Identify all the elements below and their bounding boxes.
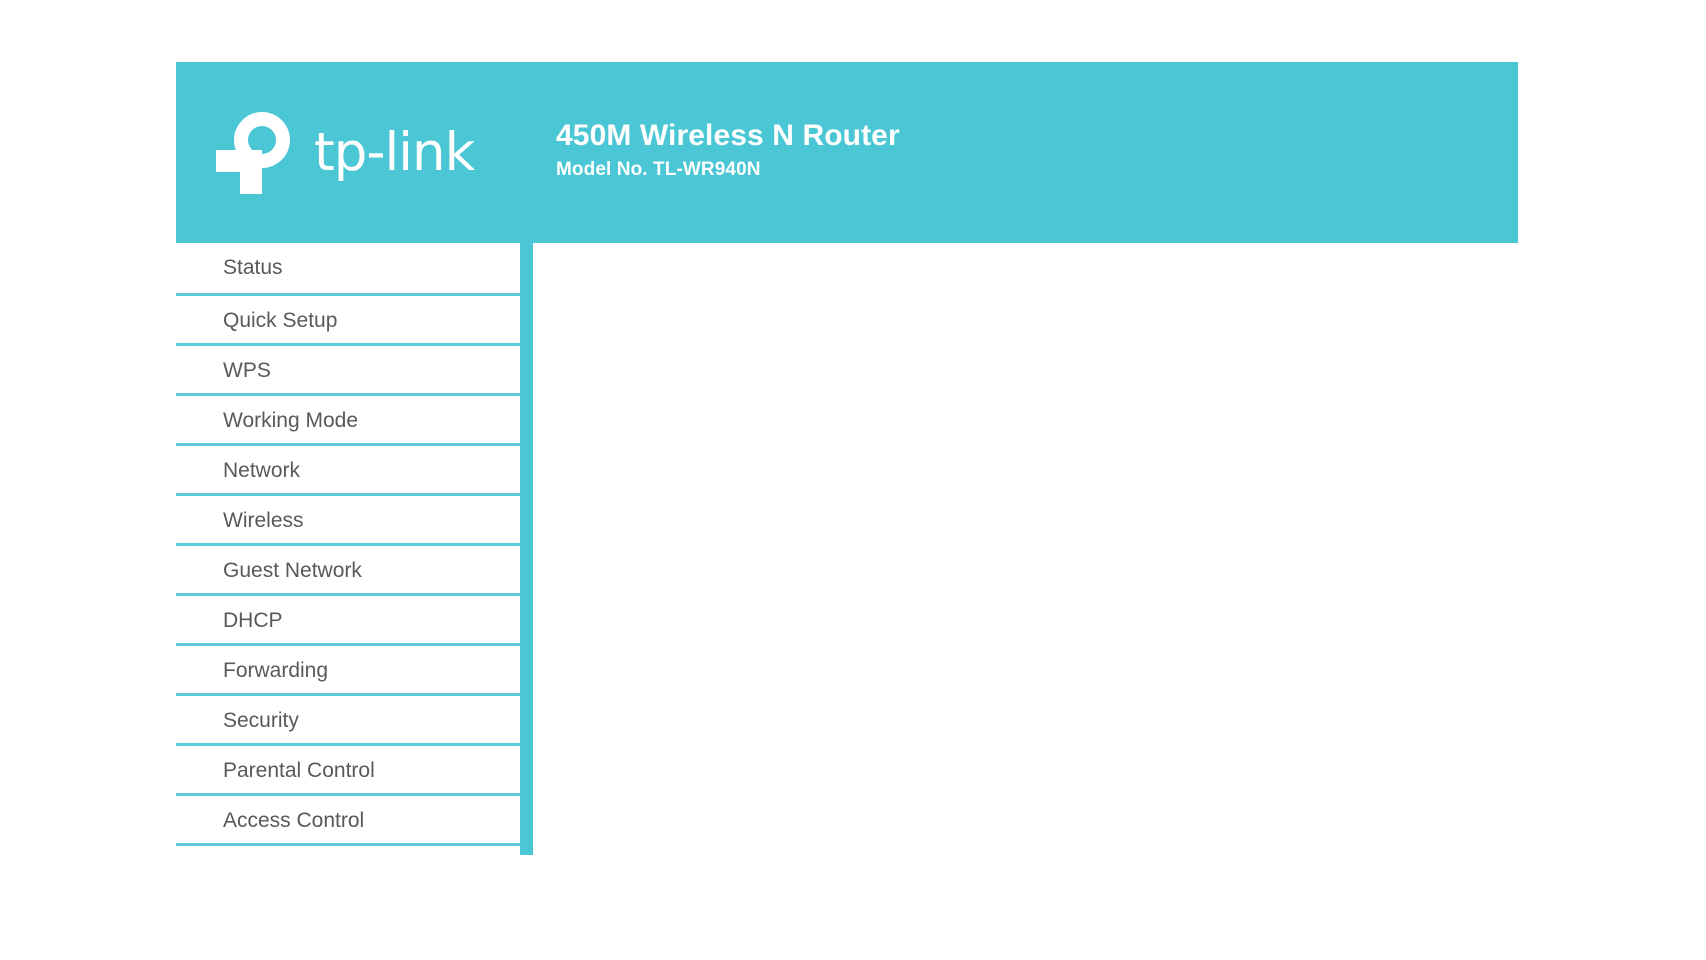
sidebar-item-label: Working Mode <box>223 409 359 432</box>
sidebar-item-label: Guest Network <box>223 559 362 582</box>
main-content-pane <box>533 243 1518 860</box>
sidebar-item-working-mode[interactable]: Working Mode <box>176 393 520 443</box>
brand-wordmark: tp-link <box>314 122 475 183</box>
router-admin-page: tp-link 450M Wireless N Router Model No.… <box>0 0 1706 960</box>
sidebar-item-security[interactable]: Security <box>176 693 520 743</box>
sidebar-item-label: DHCP <box>223 609 283 632</box>
sidebar-item-label: Forwarding <box>223 659 329 682</box>
sidebar-item-label: Security <box>223 709 299 732</box>
page-title: 450M Wireless N Router <box>556 119 900 153</box>
sidebar-item-label: Wireless <box>223 509 304 532</box>
sidebar-item-quick-setup[interactable]: Quick Setup <box>176 293 520 343</box>
page-header: tp-link 450M Wireless N Router Model No.… <box>176 62 1518 243</box>
sidebar-item-guest-network[interactable]: Guest Network <box>176 543 520 593</box>
sidebar-item-dhcp[interactable]: DHCP <box>176 593 520 643</box>
sidebar-item-forwarding[interactable]: Forwarding <box>176 643 520 693</box>
sidebar-item-network[interactable]: Network <box>176 443 520 493</box>
brand-logo-group[interactable]: tp-link <box>176 110 546 196</box>
sidebar-item-label: Status <box>223 256 283 279</box>
sidebar-navigation: Status Quick Setup WPS Working Mode Netw… <box>176 243 520 846</box>
sidebar-item-label: Access Control <box>223 809 365 832</box>
sidebar-accent-rail <box>520 243 533 855</box>
sidebar-item-wireless[interactable]: Wireless <box>176 493 520 543</box>
model-number: Model No. TL-WR940N <box>556 158 761 180</box>
tp-link-logo-icon <box>216 111 290 194</box>
sidebar-item-label: Parental Control <box>223 759 375 782</box>
sidebar-item-access-control[interactable]: Access Control <box>176 793 520 843</box>
sidebar-menu-list: Status Quick Setup WPS Working Mode Netw… <box>176 243 520 846</box>
header-title-group: 450M Wireless N Router Model No. TL-WR94… <box>546 118 1518 182</box>
sidebar-item-label: Network <box>223 459 301 482</box>
sidebar-item-label: Quick Setup <box>223 309 338 332</box>
sidebar-item-wps[interactable]: WPS <box>176 343 520 393</box>
sidebar-item-label: WPS <box>223 359 271 382</box>
sidebar-item-status[interactable]: Status <box>176 243 520 293</box>
sidebar-item-parental-control[interactable]: Parental Control <box>176 743 520 793</box>
